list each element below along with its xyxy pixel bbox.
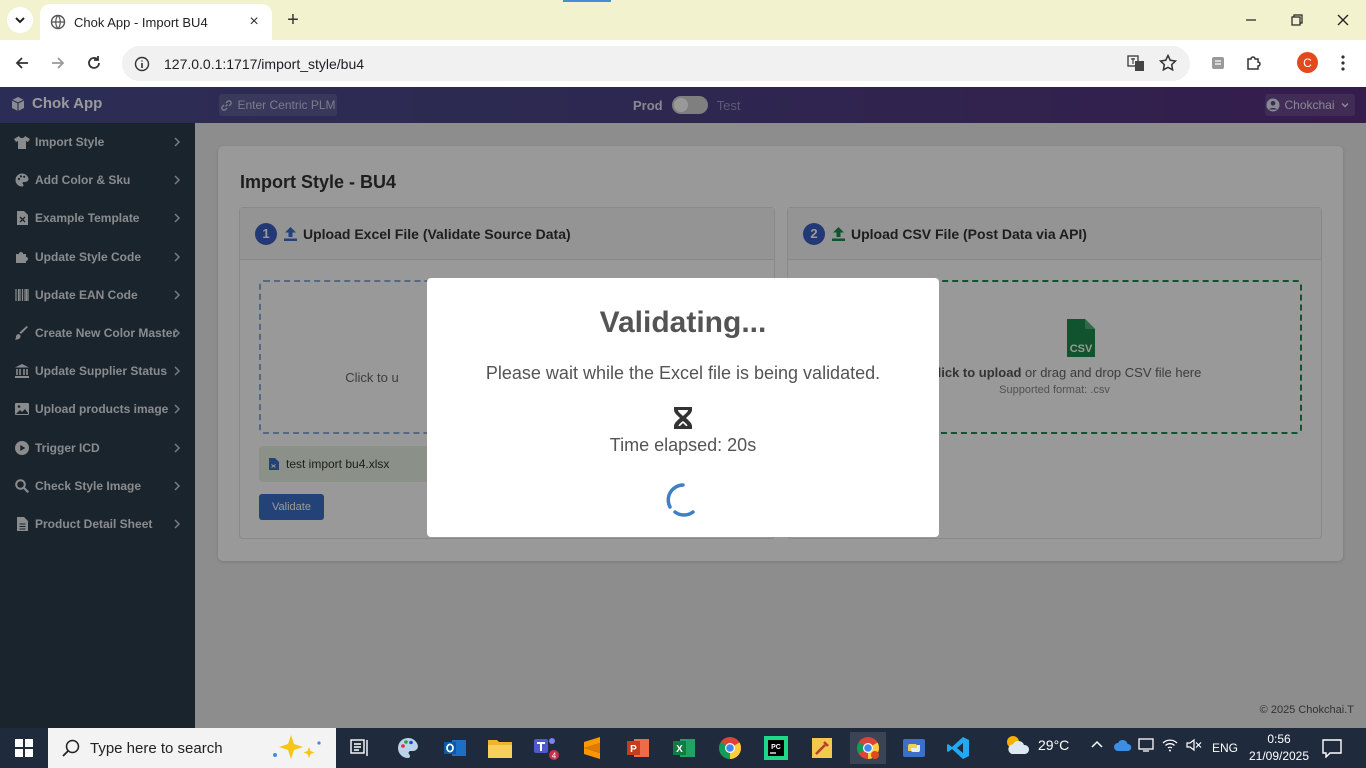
modal-title: Validating...	[599, 306, 767, 339]
vscode-icon	[947, 737, 969, 759]
search-icon	[62, 739, 80, 757]
taskbar-app-explorer[interactable]	[482, 732, 518, 764]
arrow-left-icon	[15, 57, 28, 69]
excel-icon: X	[673, 739, 695, 757]
taskbar-app-chrome-active[interactable]	[850, 732, 886, 764]
taskbar-clock[interactable]: 0:56 21/09/2025	[1248, 731, 1310, 765]
globe-icon	[50, 14, 66, 30]
star-icon	[1159, 54, 1177, 72]
extensions-button[interactable]	[1244, 53, 1264, 73]
browser-tab[interactable]: Chok App - Import BU4 ×	[40, 4, 272, 40]
weather-temp: 29°C	[1038, 737, 1070, 753]
taskbar-app-chrome[interactable]	[712, 732, 748, 764]
translate-button[interactable]	[1126, 53, 1146, 73]
taskbar-app-teams[interactable]: 4	[528, 732, 564, 764]
taskbar-app-paint[interactable]	[390, 732, 426, 764]
more-vertical-icon	[1341, 55, 1345, 71]
tab-title: Chok App - Import BU4	[74, 14, 208, 30]
svg-text:PC: PC	[771, 744, 781, 751]
close-icon	[1337, 14, 1349, 26]
validating-modal: Validating... Please wait while the Exce…	[427, 278, 939, 537]
arrow-right-icon	[52, 57, 65, 69]
svg-text:X: X	[676, 744, 683, 755]
translate-icon	[1127, 55, 1144, 71]
taskbar-app-excel[interactable]: X	[666, 732, 702, 764]
info-icon	[134, 56, 150, 71]
pycharm-icon: PC	[764, 736, 788, 760]
tab-indicator	[563, 0, 611, 2]
taskbar-search[interactable]: Type here to search	[48, 728, 336, 768]
new-tab-button[interactable]: +	[283, 10, 303, 30]
reload-icon	[88, 56, 100, 69]
profile-avatar[interactable]: C	[1297, 52, 1318, 73]
notification-center-button[interactable]	[1322, 738, 1342, 758]
restore-button[interactable]	[1287, 10, 1307, 30]
clock-date: 21/09/2025	[1248, 749, 1310, 763]
taskbar-app-python[interactable]	[896, 732, 932, 764]
loading-spinner	[666, 483, 695, 517]
search-placeholder: Type here to search	[90, 739, 223, 757]
url-text: 127.0.0.1:1717/import_style/bu4	[164, 55, 365, 72]
close-tab-icon[interactable]: ×	[246, 13, 262, 30]
clock-time: 0:56	[1267, 732, 1291, 746]
reading-mode-button[interactable]	[1208, 53, 1228, 73]
reading-list-icon	[1212, 57, 1224, 69]
partly-cloudy-icon	[1007, 736, 1030, 754]
chrome-icon	[719, 737, 741, 759]
input-language[interactable]: ENG	[1212, 741, 1238, 755]
modal-message: Please wait while the Excel file is bein…	[485, 363, 881, 383]
browser-toolbar: 127.0.0.1:1717/import_style/bu4	[0, 40, 1366, 87]
teams-icon: 4	[534, 738, 559, 761]
restore-icon	[1291, 14, 1303, 26]
taskbar-app-pycharm[interactable]: PC	[758, 732, 794, 764]
browser-tabstrip: Chok App - Import BU4 × +	[0, 0, 1366, 40]
teams-badge: 4	[552, 752, 557, 761]
paint-palette-icon	[398, 737, 419, 758]
wifi-icon[interactable]	[1162, 738, 1178, 752]
taskbar-app-sublime[interactable]	[574, 732, 610, 764]
sparkle-icon	[272, 735, 321, 759]
onedrive-icon[interactable]	[1114, 739, 1132, 751]
volume-muted-icon[interactable]	[1186, 738, 1202, 752]
tab-search-button[interactable]	[7, 7, 33, 33]
hourglass-icon	[674, 407, 692, 429]
svg-text:P: P	[630, 744, 637, 755]
taskbar-app-outlook[interactable]	[437, 732, 473, 764]
taskbar-app-tools[interactable]	[804, 732, 840, 764]
reload-button[interactable]	[84, 53, 104, 73]
powerpoint-icon: P	[627, 739, 649, 757]
folder-icon	[488, 740, 512, 758]
chrome-menu-button[interactable]	[1333, 53, 1353, 73]
start-button[interactable]	[0, 728, 48, 768]
sublime-icon	[584, 737, 600, 759]
close-window-button[interactable]	[1333, 10, 1353, 30]
taskbar-app-vscode[interactable]	[940, 732, 976, 764]
task-view-button[interactable]	[342, 732, 378, 764]
chevron-down-icon	[15, 17, 25, 24]
system-tray	[1090, 738, 1202, 752]
windows-icon	[15, 739, 33, 757]
taskbar-app-powerpoint[interactable]: P	[620, 732, 656, 764]
back-button[interactable]	[12, 53, 32, 73]
forward-button[interactable]	[48, 53, 68, 73]
chrome-icon	[857, 737, 879, 759]
minimize-button[interactable]	[1241, 10, 1261, 30]
time-elapsed: Time elapsed: 20s	[609, 435, 757, 455]
weather-widget[interactable]: 29°C	[1004, 734, 1069, 756]
notification-icon	[1322, 739, 1342, 758]
outlook-icon	[444, 740, 466, 756]
tools-icon	[812, 738, 832, 758]
address-bar[interactable]: 127.0.0.1:1717/import_style/bu4	[122, 46, 1190, 81]
task-view-icon	[350, 739, 368, 756]
display-icon[interactable]	[1138, 738, 1154, 752]
taskbar: Type here to search 4 P X PC 29°C ENG 0:…	[0, 728, 1366, 768]
bookmark-button[interactable]	[1158, 53, 1178, 73]
minimize-icon	[1246, 19, 1256, 21]
python-icon	[903, 739, 925, 757]
puzzle-icon	[1247, 56, 1261, 70]
chevron-up-icon[interactable]	[1090, 738, 1104, 752]
